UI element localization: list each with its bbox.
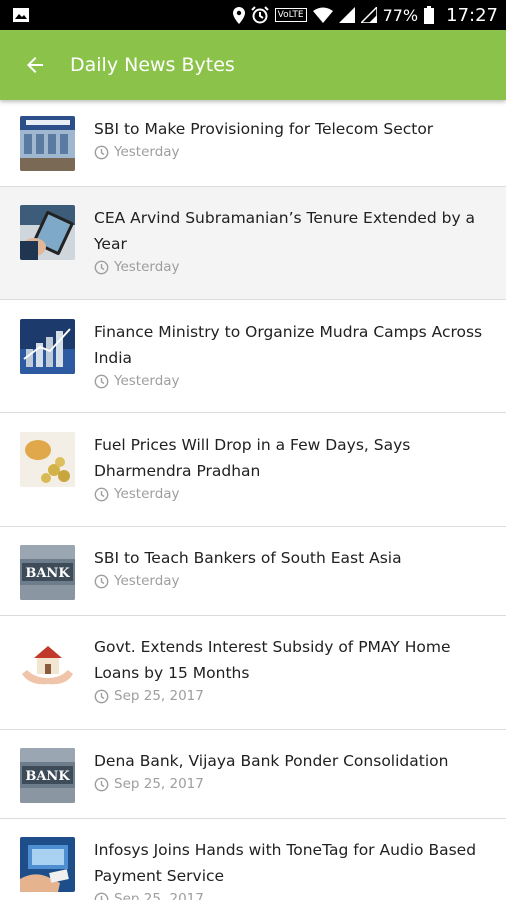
battery-icon bbox=[424, 6, 435, 24]
news-item[interactable]: BANK Dena Bank, Vijaya Bank Ponder Conso… bbox=[0, 730, 506, 819]
arrow-left-icon bbox=[27, 57, 43, 73]
tablet-hands-icon bbox=[20, 205, 75, 260]
cell-signal-icon bbox=[338, 7, 355, 23]
clock-icon bbox=[94, 689, 109, 703]
svg-text:BANK: BANK bbox=[25, 566, 70, 581]
atm-hand-icon bbox=[20, 837, 75, 892]
alarm-icon bbox=[250, 6, 269, 24]
news-date: Yesterday bbox=[114, 486, 180, 502]
news-title: Dena Bank, Vijaya Bank Ponder Consolidat… bbox=[94, 752, 449, 770]
news-date: Yesterday bbox=[114, 259, 180, 275]
news-title: Finance Ministry to Organize Mudra Camps… bbox=[94, 323, 483, 367]
news-thumbnail bbox=[20, 205, 75, 260]
news-title: Fuel Prices Will Drop in a Few Days, Say… bbox=[94, 436, 411, 480]
news-item[interactable]: SBI to Make Provisioning for Telecom Sec… bbox=[0, 100, 506, 187]
news-title: Govt. Extends Interest Subsidy of PMAY H… bbox=[94, 638, 451, 682]
clock-icon bbox=[94, 487, 109, 501]
news-thumbnail bbox=[20, 634, 75, 689]
news-item[interactable]: CEA Arvind Subramanian’s Tenure Extended… bbox=[0, 187, 506, 300]
clock-icon bbox=[94, 260, 109, 274]
news-thumbnail: BANK bbox=[20, 545, 75, 600]
news-date: Sep 25, 2017 bbox=[114, 688, 204, 704]
news-date: Yesterday bbox=[114, 573, 180, 589]
news-thumbnail bbox=[20, 837, 75, 892]
clock-icon bbox=[94, 777, 109, 791]
bank-building-icon bbox=[20, 116, 75, 171]
volte-badge: VoLTE bbox=[274, 8, 307, 22]
news-item[interactable]: Govt. Extends Interest Subsidy of PMAY H… bbox=[0, 616, 506, 730]
cell-signal-2-icon bbox=[360, 7, 377, 23]
news-list: SBI to Make Provisioning for Telecom Sec… bbox=[0, 100, 506, 900]
clock: 17:27 bbox=[446, 4, 498, 26]
news-date: Yesterday bbox=[114, 144, 180, 160]
news-date: Yesterday bbox=[114, 373, 180, 389]
battery-percent: 77% bbox=[382, 5, 419, 25]
wifi-signal-icon bbox=[312, 7, 333, 23]
news-item[interactable]: Fuel Prices Will Drop in a Few Days, Say… bbox=[0, 413, 506, 527]
app-bar: Daily News Bytes bbox=[0, 30, 506, 100]
house-in-hands-icon bbox=[20, 634, 75, 689]
location-icon bbox=[232, 6, 245, 24]
news-title: CEA Arvind Subramanian’s Tenure Extended… bbox=[94, 209, 476, 253]
news-thumbnail bbox=[20, 116, 75, 171]
news-item[interactable]: BANK SBI to Teach Bankers of South East … bbox=[0, 527, 506, 616]
clock-icon bbox=[94, 892, 109, 900]
back-button[interactable] bbox=[0, 30, 70, 100]
news-title: Infosys Joins Hands with ToneTag for Aud… bbox=[94, 841, 477, 885]
news-thumbnail bbox=[20, 319, 75, 374]
clock-icon bbox=[94, 374, 109, 388]
news-date: Sep 25, 2017 bbox=[114, 776, 204, 792]
image-notification-icon bbox=[13, 8, 29, 22]
news-title: SBI to Teach Bankers of South East Asia bbox=[94, 549, 402, 567]
svg-text:BANK: BANK bbox=[25, 769, 70, 784]
news-date: Sep 25, 2017 bbox=[114, 891, 204, 900]
news-item[interactable]: Finance Ministry to Organize Mudra Camps… bbox=[0, 300, 506, 413]
bank-sign-icon: BANK bbox=[20, 545, 75, 600]
piggy-coins-icon bbox=[20, 432, 75, 487]
clock-icon bbox=[94, 145, 109, 159]
news-item[interactable]: Infosys Joins Hands with ToneTag for Aud… bbox=[0, 819, 506, 900]
coin-stacks-icon bbox=[20, 319, 75, 374]
bank-sign-icon: BANK bbox=[20, 748, 75, 803]
news-thumbnail: BANK bbox=[20, 748, 75, 803]
page-title: Daily News Bytes bbox=[70, 54, 235, 76]
status-bar: VoLTE 77% 17:27 bbox=[0, 0, 506, 30]
news-title: SBI to Make Provisioning for Telecom Sec… bbox=[94, 120, 434, 138]
news-thumbnail bbox=[20, 432, 75, 487]
clock-icon bbox=[94, 574, 109, 588]
